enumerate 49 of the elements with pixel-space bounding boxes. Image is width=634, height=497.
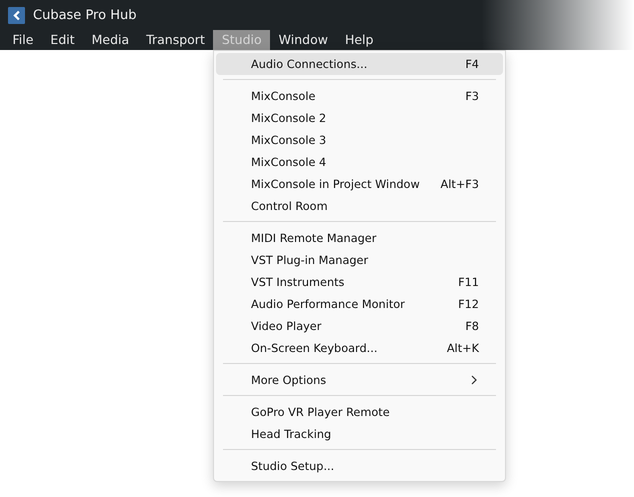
option-label: Control Room	[251, 200, 329, 212]
option-label: MixConsole	[251, 90, 316, 102]
option-label: Studio Setup...	[251, 460, 336, 472]
option-label: MixConsole in Project Window	[251, 178, 421, 190]
menu-item[interactable]: Edit	[42, 30, 84, 50]
menu-option[interactable]: Video Player F8	[216, 315, 503, 337]
menu-option[interactable]: VST Plug-in Manager	[216, 249, 503, 271]
window-title: Cubase Pro Hub	[33, 8, 136, 22]
option-label: Head Tracking	[251, 428, 332, 440]
menu-option[interactable]: On-Screen Keyboard... Alt+K	[216, 337, 503, 359]
option-label: Video Player	[251, 320, 322, 332]
app-logo-icon	[8, 6, 25, 24]
option-label: Audio Performance Monitor	[251, 298, 406, 310]
menu-option[interactable]: MixConsole 4	[216, 151, 503, 173]
menu-item[interactable]: Transport	[138, 30, 214, 50]
option-label: VST Plug-in Manager	[251, 254, 370, 266]
menu-item[interactable]: Media	[83, 30, 138, 50]
menu-option[interactable]: Audio Performance Monitor F12	[216, 293, 503, 315]
menu-item[interactable]: Window	[270, 30, 336, 50]
option-label: Audio Connections...	[251, 58, 368, 70]
option-label: MixConsole 3	[251, 134, 328, 146]
menu-option[interactable]: MixConsole in Project Window Alt+F3	[216, 173, 503, 195]
menu-option[interactable]: Audio Connections... F4	[216, 53, 503, 75]
option-label: MIDI Remote Manager	[251, 232, 378, 244]
menu-option[interactable]: Control Room	[216, 195, 503, 217]
menu-option[interactable]: MixConsole F3	[216, 85, 503, 107]
option-label: On-Screen Keyboard...	[251, 342, 378, 354]
option-label: MixConsole 4	[251, 156, 328, 168]
option-label: VST Instruments	[251, 276, 346, 288]
shortcut-label: F11	[458, 276, 479, 288]
option-label: More Options	[251, 374, 328, 386]
shortcut-label: F8	[465, 320, 479, 332]
menu-item[interactable]: File	[4, 30, 42, 50]
shortcut-label: Alt+F3	[440, 178, 479, 190]
menu-option[interactable]: Head Tracking	[216, 423, 503, 445]
menu-option[interactable]: Studio Setup...	[216, 455, 503, 477]
menu-option[interactable]: MixConsole 2	[216, 107, 503, 129]
shortcut-label: F4	[465, 58, 479, 70]
shortcut-label: Alt+K	[446, 342, 479, 354]
menu-option[interactable]: VST Instruments F11	[216, 271, 503, 293]
shortcut-label: F3	[465, 90, 479, 102]
menu-item[interactable]: Help	[336, 30, 382, 50]
menu-option[interactable]: More Options	[216, 369, 503, 391]
option-label: GoPro VR Player Remote	[251, 406, 391, 418]
menu-option[interactable]: MixConsole 3	[216, 129, 503, 151]
menu-option[interactable]: MIDI Remote Manager	[216, 227, 503, 249]
menu-option[interactable]: GoPro VR Player Remote	[216, 401, 503, 423]
option-label: MixConsole 2	[251, 112, 328, 124]
shortcut-label: F12	[458, 298, 479, 310]
